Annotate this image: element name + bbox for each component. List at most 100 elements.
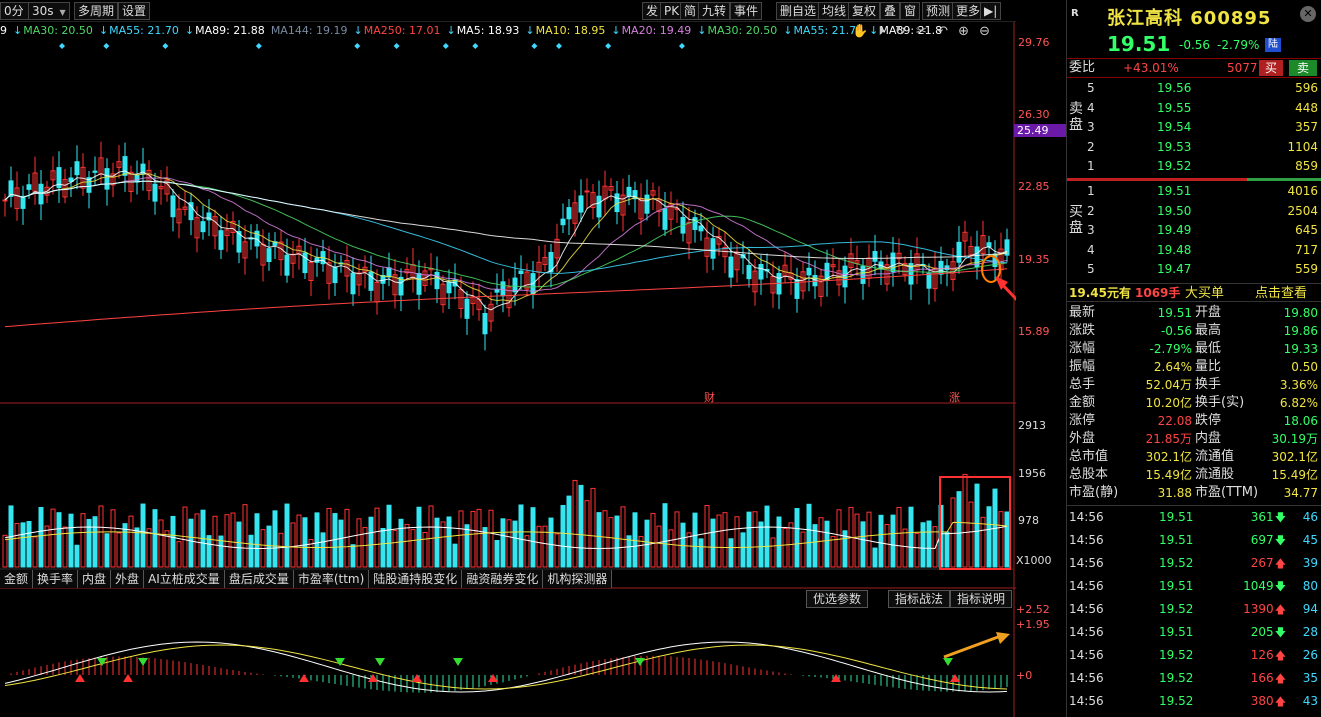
toolbar-button-6[interactable]: 均线 xyxy=(818,2,851,20)
volume-bar xyxy=(170,515,176,568)
indicator-tab[interactable]: 盘后成交量 xyxy=(224,570,294,588)
tick-count: 46 xyxy=(1302,510,1318,524)
indicator-strategy-button[interactable]: 指标战法 xyxy=(888,590,951,608)
toolbar-button-8[interactable]: 叠 xyxy=(880,2,901,20)
volume-bar xyxy=(80,513,86,568)
up-arrow-icon: 🡅 xyxy=(1274,603,1286,616)
volume-bar xyxy=(140,503,146,568)
candle-body xyxy=(956,241,962,263)
bids-level-row[interactable]: 2 19.50 2504 xyxy=(1067,202,1321,221)
quote-label: 振幅 xyxy=(1069,359,1096,374)
volume-bar xyxy=(416,506,422,568)
indicator-tab[interactable]: 金额 xyxy=(0,570,34,588)
volume-bar xyxy=(740,532,746,568)
quote-value: 3.36% xyxy=(1279,378,1318,392)
volume-bar xyxy=(476,508,482,568)
quote-row: 外盘 21.85万 内盘 30.19万 xyxy=(1067,430,1321,448)
tick-count: 26 xyxy=(1302,648,1318,662)
candle-body xyxy=(350,272,356,295)
up-arrow-icon: 🡅 xyxy=(1274,557,1286,570)
sell-button[interactable]: 卖 xyxy=(1289,60,1317,76)
indicator-tab[interactable]: 融资融券变化 xyxy=(462,570,544,588)
price-tick-label: 26.30 xyxy=(1018,108,1050,121)
volume-bar xyxy=(584,500,590,568)
volume-bar xyxy=(656,525,662,568)
tick-volume: 697 xyxy=(1250,533,1274,547)
toolbar-button-9[interactable]: 窗 xyxy=(900,2,921,20)
multi-period-button[interactable]: 多周期 xyxy=(74,2,119,20)
signal-diamond xyxy=(531,43,538,49)
event-marker-finance[interactable]: 财 xyxy=(704,389,715,405)
quote-label: 流通股 xyxy=(1195,467,1235,482)
asks-level-row[interactable]: 3 19.54 357 xyxy=(1067,118,1321,137)
book-divider-green xyxy=(1247,178,1321,181)
volume-bar xyxy=(278,532,284,568)
candle-body xyxy=(662,208,668,230)
toolbar-button-2[interactable]: 简 xyxy=(680,2,701,20)
volume-bar xyxy=(44,525,50,568)
optimize-params-button[interactable]: 优选参数 xyxy=(806,590,869,608)
indicator-tab[interactable]: 换手率 xyxy=(33,570,79,588)
big-order-link[interactable]: 点击查看 xyxy=(1255,284,1307,303)
toolbar-button-3[interactable]: 九转 xyxy=(698,2,731,20)
indicator-tabs: 金额 换手率 内盘 外盘 AI立桩成交量 盘后成交量 市盈率(ttm) 陆股通持股变化 融资融券… xyxy=(0,570,640,588)
bids-level: 3 xyxy=(1087,223,1095,237)
quote-value: 19.33 xyxy=(1283,342,1318,356)
toolbar-button-7[interactable]: 复权 xyxy=(848,2,881,20)
volume-bar xyxy=(488,509,494,568)
asks-level: 4 xyxy=(1087,100,1095,115)
indicator-tab[interactable]: 机构探测器 xyxy=(543,570,613,588)
quote-value: 22.08 xyxy=(1157,414,1192,428)
asks-vol: 859 xyxy=(1295,159,1318,173)
asks-level-row[interactable]: 1 19.52 859 xyxy=(1067,157,1321,176)
asks-level-row[interactable]: 5 19.56 596 xyxy=(1067,79,1321,98)
indicator-tab[interactable]: 市盈率(ttm) xyxy=(293,570,370,588)
volume-bar xyxy=(554,533,560,568)
indicator-tab[interactable]: AI立桩成交量 xyxy=(144,570,225,588)
bids-level-row[interactable]: 5 19.47 559 xyxy=(1067,260,1321,279)
volume-bar xyxy=(896,506,902,568)
quote-value: 0.50 xyxy=(1291,360,1318,374)
quote-value: 19.51 xyxy=(1157,306,1192,320)
volume-bar xyxy=(326,507,332,568)
quote-value: 34.77 xyxy=(1283,486,1318,500)
event-marker-rise[interactable]: 涨 xyxy=(949,389,960,405)
indicator-help-button[interactable]: 指标说明 xyxy=(950,590,1013,608)
buy-button[interactable]: 买 xyxy=(1259,60,1283,76)
volume-bar xyxy=(830,535,836,568)
candle-body xyxy=(560,218,566,226)
bids-level-row[interactable]: 4 19.48 717 xyxy=(1067,241,1321,260)
frequency-selector[interactable]: 30s xyxy=(28,2,70,20)
indicator-tab[interactable]: 内盘 xyxy=(78,570,112,588)
toolbar-button-0[interactable]: 发 xyxy=(642,2,663,20)
indicator-tab[interactable]: 陆股通持股变化 xyxy=(369,570,463,588)
macd-annotation-arrow xyxy=(943,635,999,659)
indicator-tab[interactable]: 外盘 xyxy=(111,570,145,588)
volume-bar xyxy=(290,522,296,568)
quote-value: 31.88 xyxy=(1157,486,1192,500)
volume-bar xyxy=(716,514,722,568)
tick-count: 39 xyxy=(1302,556,1318,570)
toolbar-button-4[interactable]: 事件 xyxy=(730,2,763,20)
close-icon[interactable]: ✕ xyxy=(1300,6,1316,22)
volume-bar xyxy=(632,512,638,568)
toolbar-button-5[interactable]: 删自选 xyxy=(776,2,821,20)
toolbar-button-10[interactable]: 预测 xyxy=(922,2,955,20)
asks-level-row[interactable]: 2 19.53 1104 xyxy=(1067,138,1321,157)
candle-body xyxy=(170,195,176,218)
bids-price: 19.49 xyxy=(1157,223,1192,237)
asks-level-row[interactable]: 4 19.55 448 xyxy=(1067,99,1321,118)
bids-level-row[interactable]: 1 19.51 4016 xyxy=(1067,182,1321,201)
volume-bar xyxy=(410,529,416,568)
bids-level: 5 xyxy=(1087,262,1095,276)
collapse-panel-icon[interactable]: ▶| xyxy=(980,2,1002,20)
volume-bar xyxy=(446,516,452,568)
big-order-row[interactable]: 19.45元有 1069手 大买单 点击查看 xyxy=(1067,283,1321,302)
volume-bar xyxy=(578,484,584,568)
candle-body xyxy=(134,174,140,183)
bids-level-row[interactable]: 3 19.49 645 xyxy=(1067,221,1321,240)
quote-row: 涨跌 -0.56 最高 19.86 xyxy=(1067,322,1321,340)
volume-bar xyxy=(386,504,392,568)
settings-button[interactable]: 设置 xyxy=(118,2,151,20)
kline-chart[interactable] xyxy=(0,22,1016,717)
